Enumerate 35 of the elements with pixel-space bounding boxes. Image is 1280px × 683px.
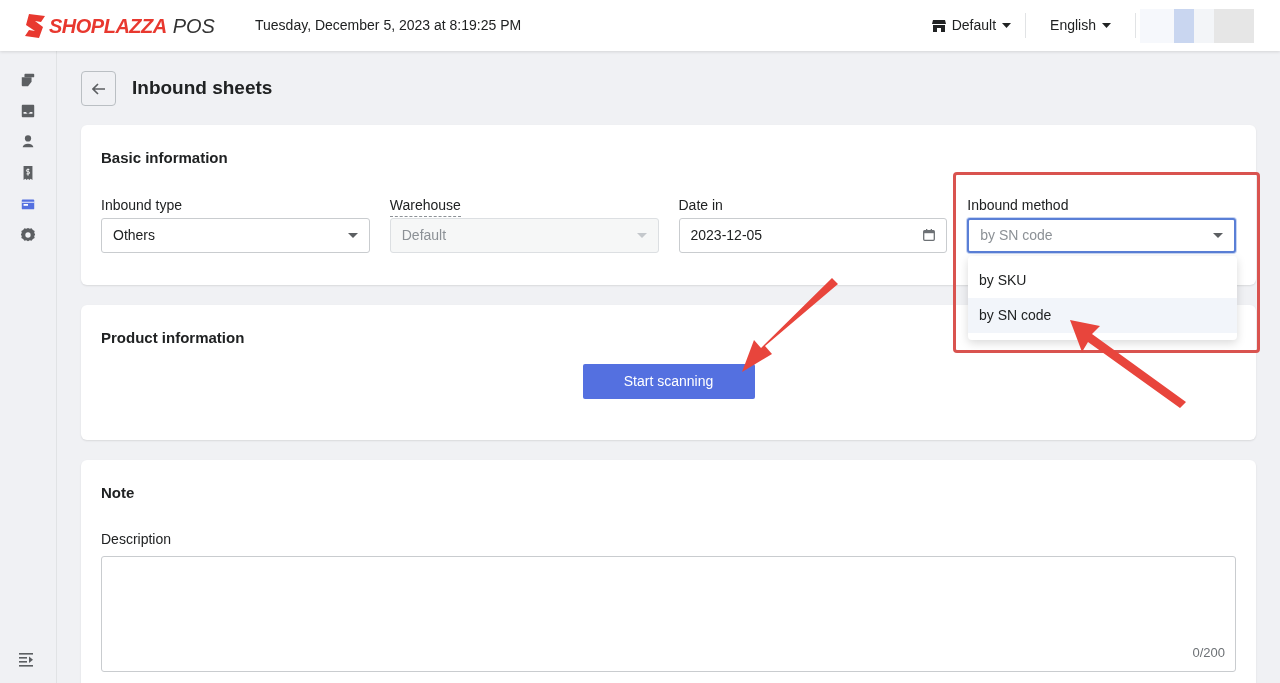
description-textarea[interactable]: 0/200 [101,555,1236,672]
field-label: Inbound type [101,195,182,215]
page-title: Inbound sheets [132,76,273,101]
caret-icon [636,232,647,238]
back-arrow-icon [91,82,106,95]
dropdown-option[interactable]: by SKU [968,263,1237,298]
brand-suffix: POS [172,13,215,39]
select-field[interactable]: Others [101,217,370,253]
back-button[interactable] [81,71,116,106]
character-counter: 0/200 [1192,644,1225,662]
store-selector[interactable]: Default [917,15,1026,36]
cards-icon[interactable] [19,71,37,89]
inbox-icon[interactable] [19,102,37,120]
field-label: Description [101,529,173,549]
caret-icon [347,232,358,238]
store-icon [931,18,946,33]
caret-icon [1002,23,1012,28]
logo-icon [23,12,47,39]
caret-icon [1213,232,1223,238]
date-time: Tuesday, December 5, 2023 at 8:19:25 PM [255,16,522,35]
field-label: Inbound method [967,195,1069,215]
card-title: Note [101,483,136,503]
calendar-icon [923,229,936,241]
settings-icon[interactable] [19,226,37,244]
caret-icon [1102,23,1111,28]
start-scanning-button[interactable]: Start scanning [582,363,755,399]
dropdown-option[interactable]: by SN code [968,298,1237,333]
brand-name: SHOPLAZZA [49,13,167,39]
collapse-menu-icon[interactable] [19,653,35,667]
field-label: Warehouse [389,194,461,217]
card-title: Product information [101,328,246,348]
language-selector[interactable]: English [1026,15,1135,36]
field-label: Date in [678,195,723,215]
card-title: Basic information [101,148,229,168]
date-field[interactable]: 2023-12-05 [678,217,948,253]
